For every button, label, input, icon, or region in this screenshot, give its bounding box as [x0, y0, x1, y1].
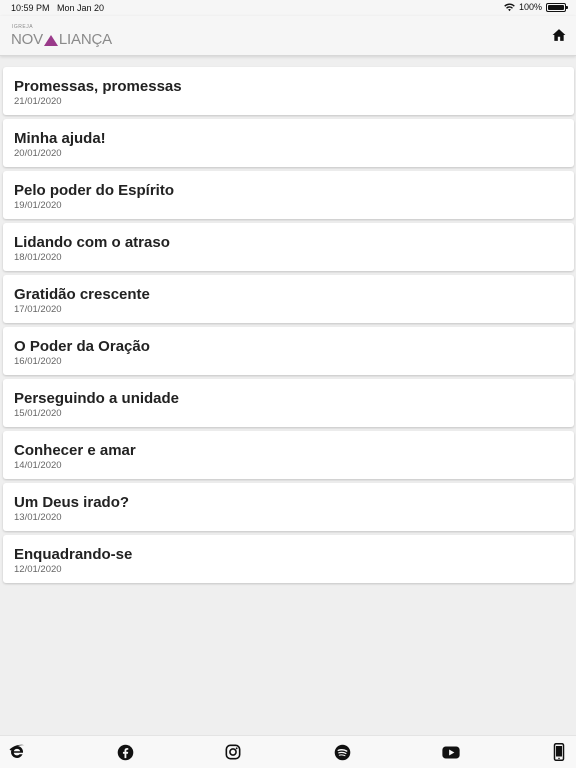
- post-title: Lidando com o atraso: [14, 234, 170, 251]
- logo-triangle-icon: [43, 35, 58, 46]
- tab-facebook[interactable]: [116, 743, 134, 761]
- post-date: 21/01/2020: [14, 96, 62, 107]
- instagram-icon: [225, 744, 241, 760]
- wifi-icon: [504, 3, 515, 11]
- logo-text-part2: LIANÇA: [58, 31, 112, 48]
- post-title: Perseguindo a unidade: [14, 390, 180, 407]
- tab-phone[interactable]: [550, 743, 568, 761]
- post-date: 15/01/2020: [14, 408, 62, 419]
- e-logo-icon: [9, 744, 25, 758]
- tab-youtube[interactable]: [442, 743, 460, 761]
- facebook-icon: [117, 744, 133, 760]
- status-bar: 10:59 PM Mon Jan 20 100%: [0, 0, 576, 16]
- status-time: 10:59 PM: [11, 3, 50, 13]
- post-title: Gratidão crescente: [14, 286, 150, 303]
- post-date: 20/01/2020: [14, 148, 62, 159]
- battery-icon: [546, 2, 568, 12]
- post-list-item[interactable]: Minha ajuda! 20/01/2020: [3, 119, 574, 167]
- home-button[interactable]: [552, 28, 566, 42]
- post-list-item[interactable]: Gratidão crescente 17/01/2020: [3, 275, 574, 323]
- post-title: Promessas, promessas: [14, 78, 182, 95]
- post-list-item[interactable]: Promessas, promessas 21/01/2020: [3, 67, 574, 115]
- post-date: 13/01/2020: [14, 512, 62, 523]
- post-title: Enquadrando-se: [14, 546, 133, 563]
- tab-spotify[interactable]: [333, 743, 351, 761]
- post-list-item[interactable]: O Poder da Oração 16/01/2020: [3, 327, 574, 375]
- home-icon: [552, 29, 566, 41]
- post-title: O Poder da Oração: [14, 338, 150, 355]
- logo-text: NOV LIANÇA: [11, 31, 112, 48]
- status-right: 100%: [504, 2, 568, 12]
- bottom-tab-bar: [0, 735, 576, 768]
- post-list-item[interactable]: Lidando com o atraso 18/01/2020: [3, 223, 574, 271]
- post-date: 17/01/2020: [14, 304, 62, 315]
- post-list-item[interactable]: Perseguindo a unidade 15/01/2020: [3, 379, 574, 427]
- post-list: Promessas, promessas 21/01/2020 Minha ajud…: [3, 67, 574, 587]
- post-list-item[interactable]: Enquadrando-se 12/01/2020: [3, 535, 574, 583]
- phone-icon: [553, 743, 565, 761]
- post-date: 19/01/2020: [14, 200, 62, 211]
- logo-small-text: IGREJA: [12, 24, 34, 30]
- youtube-icon: [442, 746, 460, 758]
- status-date: Mon Jan 20: [57, 3, 105, 13]
- spotify-icon: [334, 744, 350, 760]
- tab-instagram[interactable]: [224, 743, 242, 761]
- post-list-item[interactable]: Conhecer e amar 14/01/2020: [3, 431, 574, 479]
- post-title: Conhecer e amar: [14, 442, 136, 459]
- post-date: 18/01/2020: [14, 252, 62, 263]
- tab-e-logo[interactable]: [8, 743, 26, 761]
- post-date: 12/01/2020: [14, 564, 62, 575]
- battery-percent: 100%: [518, 2, 542, 12]
- post-title: Minha ajuda!: [14, 130, 106, 147]
- post-list-item[interactable]: Pelo poder do Espírito 19/01/2020: [3, 171, 574, 219]
- post-date: 16/01/2020: [14, 356, 62, 367]
- post-title: Um Deus irado?: [14, 494, 130, 511]
- logo-text-part1: NOV: [11, 31, 43, 48]
- post-title: Pelo poder do Espírito: [14, 182, 175, 199]
- app-header: IGREJA NOV LIANÇA: [0, 16, 576, 56]
- post-list-item[interactable]: Um Deus irado? 13/01/2020: [3, 483, 574, 531]
- post-date: 14/01/2020: [14, 460, 62, 471]
